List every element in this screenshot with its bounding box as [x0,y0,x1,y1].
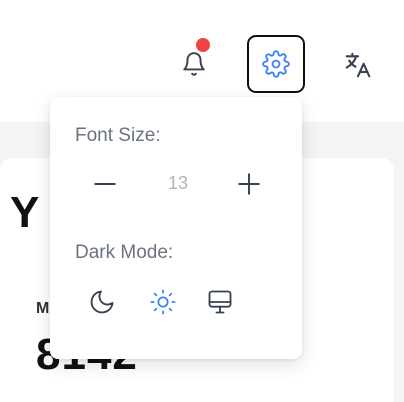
card-subtitle: M [36,300,50,317]
dark-mode-option-system[interactable] [203,285,237,319]
bell-icon [183,52,205,76]
notification-badge [196,38,210,52]
font-size-decrease-button[interactable] [90,169,120,199]
card-title: Y [10,188,40,237]
monitor-icon [208,290,232,314]
language-button[interactable] [338,46,378,84]
settings-dropdown: Font Size: 13 Dark Mode: [50,97,302,359]
dark-mode-label: Dark Mode: [75,242,174,263]
dark-mode-option-light[interactable] [146,285,180,319]
minus-icon [94,183,116,185]
font-size-label: Font Size: [75,125,161,146]
font-size-increase-button[interactable] [234,169,264,199]
plus-icon [238,173,260,195]
settings-button[interactable] [247,35,305,93]
translate-icon [345,52,371,78]
gear-icon [262,50,290,78]
sun-icon [150,289,176,315]
font-size-value: 13 [167,173,189,193]
notifications-button[interactable] [176,38,212,82]
moon-icon [90,290,114,314]
dark-mode-option-dark[interactable] [85,285,119,319]
